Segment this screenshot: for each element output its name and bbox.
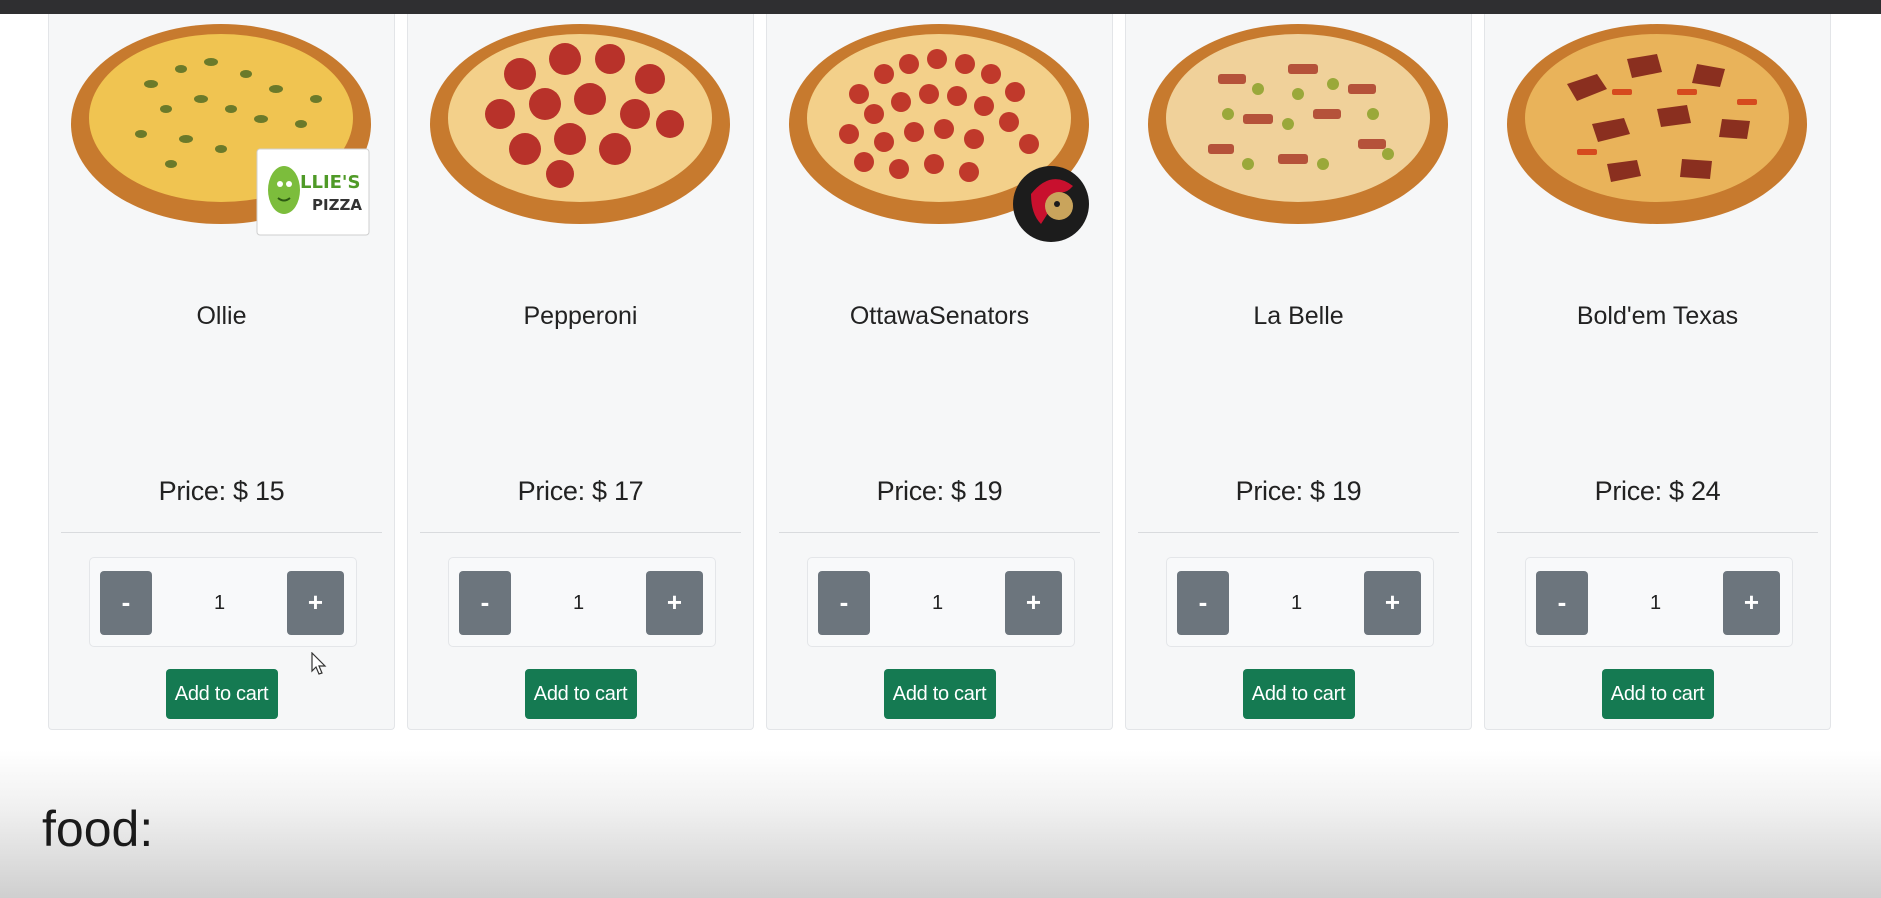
quantity-stepper: - 1 + — [807, 557, 1075, 647]
section-title: food: — [42, 801, 154, 857]
svg-text:PIZZA: PIZZA — [312, 196, 362, 214]
divider — [1497, 532, 1818, 533]
product-price: Price: $ 17 — [517, 476, 644, 506]
decrease-button[interactable]: - — [818, 571, 870, 635]
browser-top-bar — [0, 0, 1881, 14]
product-card: Bold'em Texas Price: $ 24 - 1 + Add to c… — [1484, 14, 1831, 730]
product-name: Ollie — [196, 302, 247, 330]
divider — [420, 532, 741, 533]
decrease-button[interactable]: - — [1536, 571, 1588, 635]
quantity-value: 1 — [1649, 592, 1662, 614]
pizza-image — [789, 14, 1093, 242]
pizza-image: LLIE'S PIZZA — [71, 14, 375, 236]
quantity-value: 1 — [572, 592, 585, 614]
increase-button[interactable]: + — [1005, 571, 1062, 635]
product-grid: LLIE'S PIZZA Ollie Price: $ 15 - 1 + Add… — [48, 14, 1831, 730]
product-card: LLIE'S PIZZA Ollie Price: $ 15 - 1 + Add… — [48, 14, 395, 730]
quantity-stepper: - 1 + — [89, 557, 357, 647]
svg-text:LLIE'S: LLIE'S — [300, 172, 360, 193]
footer-fade — [0, 750, 1881, 898]
product-card: OttawaSenators Price: $ 19 - 1 + Add to … — [766, 14, 1113, 730]
product-name: Bold'em Texas — [1576, 302, 1739, 330]
product-card: La Belle Price: $ 19 - 1 + Add to cart — [1125, 14, 1472, 730]
product-name: Pepperoni — [523, 302, 638, 330]
product-price: Price: $ 15 — [158, 476, 285, 506]
decrease-button[interactable]: - — [459, 571, 511, 635]
ollies-pizza-logo: LLIE'S PIZZA — [256, 148, 370, 236]
product-price: Price: $ 19 — [1235, 476, 1362, 506]
increase-button[interactable]: + — [287, 571, 344, 635]
increase-button[interactable]: + — [1723, 571, 1780, 635]
mouse-cursor-icon — [311, 651, 327, 681]
divider — [1138, 532, 1459, 533]
increase-button[interactable]: + — [1364, 571, 1421, 635]
decrease-button[interactable]: - — [100, 571, 152, 635]
quantity-stepper: - 1 + — [1166, 557, 1434, 647]
add-to-cart-button[interactable]: Add to cart — [1601, 669, 1714, 719]
add-to-cart-button[interactable]: Add to cart — [524, 669, 637, 719]
product-card: Pepperoni Price: $ 17 - 1 + Add to cart — [407, 14, 754, 730]
quantity-value: 1 — [213, 592, 226, 614]
quantity-value: 1 — [931, 592, 944, 614]
quantity-stepper: - 1 + — [1525, 557, 1793, 647]
product-name: La Belle — [1253, 302, 1344, 330]
product-price: Price: $ 24 — [1594, 476, 1721, 506]
product-price: Price: $ 19 — [876, 476, 1003, 506]
add-to-cart-button[interactable]: Add to cart — [1242, 669, 1355, 719]
quantity-value: 1 — [1290, 592, 1303, 614]
product-name: OttawaSenators — [849, 302, 1030, 330]
divider — [61, 532, 382, 533]
add-to-cart-button[interactable]: Add to cart — [165, 669, 278, 719]
increase-button[interactable]: + — [646, 571, 703, 635]
pizza-image — [1507, 14, 1811, 234]
ottawa-senators-logo — [1011, 164, 1091, 244]
quantity-stepper: - 1 + — [448, 557, 716, 647]
pizza-image — [430, 14, 734, 234]
decrease-button[interactable]: - — [1177, 571, 1229, 635]
divider — [779, 532, 1100, 533]
pizza-image — [1148, 14, 1452, 234]
add-to-cart-button[interactable]: Add to cart — [883, 669, 996, 719]
